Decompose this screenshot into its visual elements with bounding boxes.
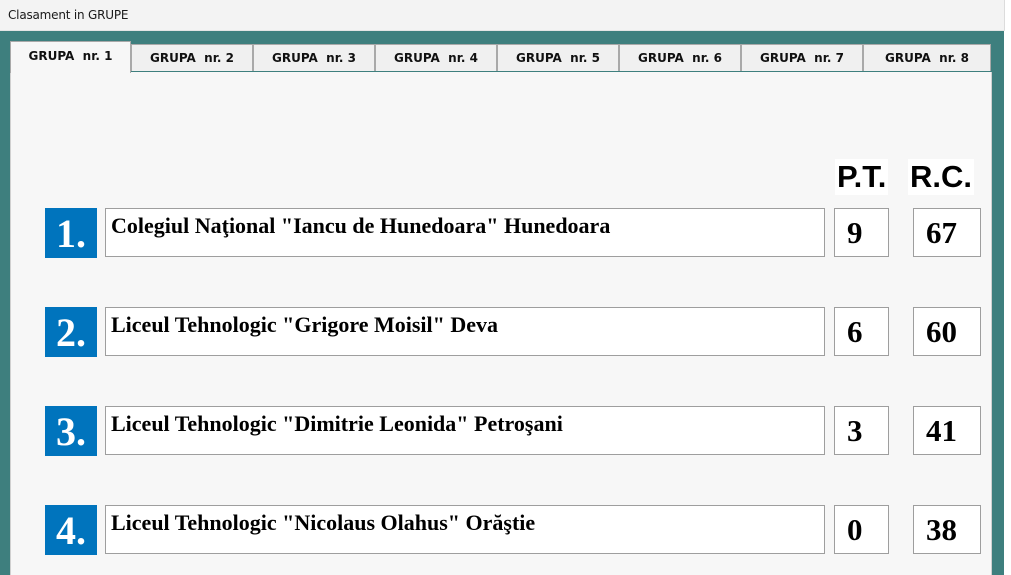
tab-grupa-5[interactable]: GRUPA nr. 5 (497, 44, 619, 71)
tab-grupa-3[interactable]: GRUPA nr. 3 (253, 44, 375, 71)
pt-value: 0 (834, 505, 889, 554)
rc-value: 60 (913, 307, 981, 356)
app-window: Clasament in GRUPE GRUPA nr. 1 GRUPA nr.… (0, 0, 1011, 575)
rc-value: 38 (913, 505, 981, 554)
pt-value: 3 (834, 406, 889, 455)
rank-badge: 4. (45, 505, 97, 555)
window-title: Clasament in GRUPE (8, 8, 129, 22)
tab-strip: GRUPA nr. 1 GRUPA nr. 2 GRUPA nr. 3 GRUP… (10, 41, 994, 73)
tab-panel-grupa-1: P.T. R.C. 1. Colegiul Naţional "Iancu de… (10, 72, 992, 575)
column-header-pt: P.T. (835, 159, 889, 195)
rc-value: 67 (913, 208, 981, 257)
tab-grupa-2[interactable]: GRUPA nr. 2 (131, 44, 253, 71)
rank-badge: 3. (45, 406, 97, 456)
client-area: GRUPA nr. 1 GRUPA nr. 2 GRUPA nr. 3 GRUP… (0, 31, 1004, 575)
team-name-field: Liceul Tehnologic "Dimitrie Leonida" Pet… (105, 406, 825, 455)
team-name-field: Liceul Tehnologic "Nicolaus Olahus" Orăş… (105, 505, 825, 554)
column-header-rc: R.C. (908, 159, 974, 195)
tab-grupa-7[interactable]: GRUPA nr. 7 (741, 44, 863, 71)
rc-value: 41 (913, 406, 981, 455)
tab-grupa-4[interactable]: GRUPA nr. 4 (375, 44, 497, 71)
title-bar[interactable]: Clasament in GRUPE (0, 0, 1005, 31)
pt-value: 6 (834, 307, 889, 356)
tab-grupa-8[interactable]: GRUPA nr. 8 (863, 44, 991, 71)
rank-badge: 1. (45, 208, 97, 258)
tab-grupa-1[interactable]: GRUPA nr. 1 (10, 41, 131, 73)
team-name-field: Colegiul Naţional "Iancu de Hunedoara" H… (105, 208, 825, 257)
pt-value: 9 (834, 208, 889, 257)
team-name-field: Liceul Tehnologic "Grigore Moisil" Deva (105, 307, 825, 356)
rank-badge: 2. (45, 307, 97, 357)
tab-grupa-6[interactable]: GRUPA nr. 6 (619, 44, 741, 71)
